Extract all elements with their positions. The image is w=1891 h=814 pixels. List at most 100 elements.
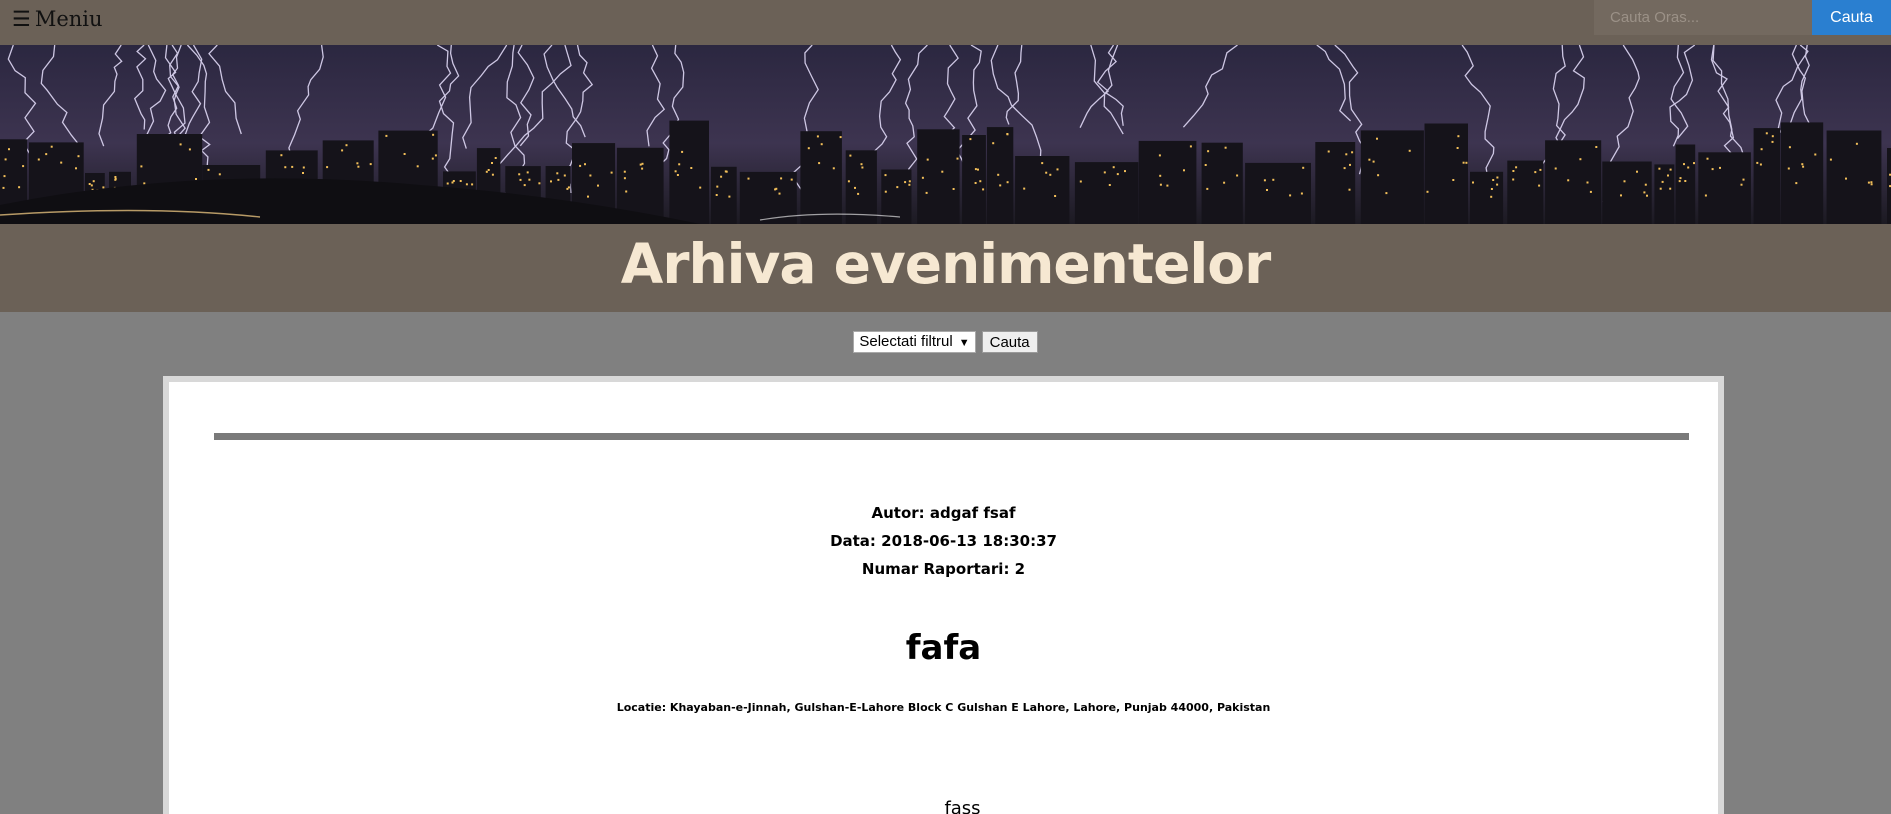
window-light (518, 173, 521, 176)
window-light (681, 150, 684, 153)
window-light (1795, 182, 1798, 185)
window-light (1490, 195, 1493, 198)
window-light (1408, 149, 1411, 152)
window-light (1343, 167, 1346, 170)
city-search-button[interactable]: Cauta (1812, 0, 1891, 35)
window-light (1496, 183, 1499, 186)
skyline-building (917, 129, 960, 224)
window-light (557, 178, 560, 181)
window-light (674, 170, 677, 173)
window-light (143, 182, 146, 185)
window-light (1512, 178, 1515, 181)
title-band: Arhiva evenimentelor (0, 224, 1891, 312)
window-light (50, 145, 53, 148)
window-light (1829, 158, 1832, 161)
page-title: Arhiva evenimentelor (620, 232, 1271, 296)
window-light (538, 182, 541, 185)
window-light (2, 186, 5, 189)
divider (214, 433, 1689, 440)
filter-search-button[interactable]: Cauta (981, 331, 1038, 353)
window-light (4, 158, 7, 161)
skyline-building (1753, 128, 1781, 224)
filter-row: Selectati filtrul ▼ Cauta (0, 331, 1891, 353)
menu-button[interactable]: ☰ Meniu (12, 7, 103, 31)
window-light (774, 188, 777, 191)
window-light (699, 186, 702, 189)
window-light (369, 163, 372, 166)
window-light (641, 167, 644, 170)
window-light (567, 186, 570, 189)
skyline-building (1545, 140, 1602, 224)
window-light (356, 162, 359, 165)
window-light (1595, 146, 1598, 148)
skyline-building (845, 150, 877, 224)
window-light (1687, 166, 1690, 169)
skyline-building (1826, 130, 1882, 224)
window-light (188, 148, 191, 151)
window-light (22, 165, 25, 168)
skyline-building (711, 166, 737, 224)
filter-select[interactable]: Selectati filtrul ▼ (853, 331, 976, 353)
window-light (114, 176, 117, 178)
window-light (925, 191, 928, 194)
window-light (1579, 158, 1582, 161)
window-light (1124, 170, 1126, 173)
window-light (1327, 150, 1330, 153)
window-light (357, 165, 360, 168)
skyline-building (1201, 142, 1243, 224)
window-light (1112, 166, 1115, 169)
window-light (487, 169, 490, 171)
window-light (1103, 171, 1106, 174)
window-light (207, 168, 210, 171)
window-light (639, 163, 642, 166)
city-search-input[interactable] (1594, 0, 1812, 35)
window-light (1870, 183, 1873, 186)
window-light (1667, 174, 1669, 177)
window-light (291, 165, 294, 168)
window-light (1377, 174, 1380, 177)
window-light (1679, 177, 1682, 180)
window-light (1771, 140, 1774, 143)
window-light (341, 149, 344, 152)
window-light (780, 177, 783, 180)
window-light (1554, 167, 1557, 170)
chevron-down-icon: ▼ (958, 337, 970, 349)
window-light (1465, 161, 1468, 164)
window-light (1263, 179, 1266, 182)
window-light (528, 178, 531, 181)
window-light (908, 180, 911, 183)
window-light (1623, 180, 1626, 183)
window-light (1158, 154, 1161, 157)
window-light (179, 143, 182, 146)
skyline-building (1470, 171, 1504, 224)
window-light (1223, 181, 1226, 184)
window-light (471, 183, 474, 186)
filter-select-value: Selectati filtrul (859, 333, 953, 350)
window-light (1678, 180, 1681, 183)
window-light (494, 157, 497, 159)
window-light (1586, 181, 1589, 184)
window-light (1567, 179, 1570, 182)
skyline-building (1675, 144, 1696, 224)
window-light (1646, 194, 1648, 197)
window-light (861, 166, 864, 169)
window-light (556, 172, 559, 175)
window-light (1457, 135, 1460, 138)
window-light (974, 182, 977, 184)
window-light (1159, 174, 1162, 177)
window-light (345, 144, 348, 147)
window-light (1814, 153, 1817, 156)
event-card: Autor: adgaf fsaf Data: 2018-06-13 18:30… (169, 382, 1718, 814)
window-light (992, 142, 995, 145)
window-light (1644, 183, 1647, 186)
window-light (1079, 180, 1082, 183)
window-light (908, 183, 911, 186)
window-light (977, 168, 979, 171)
window-light (45, 153, 48, 156)
window-light (1740, 183, 1743, 186)
window-light (491, 162, 493, 164)
window-light (1771, 135, 1774, 138)
window-light (1704, 194, 1707, 197)
window-light (979, 180, 982, 183)
window-light (1300, 192, 1303, 195)
